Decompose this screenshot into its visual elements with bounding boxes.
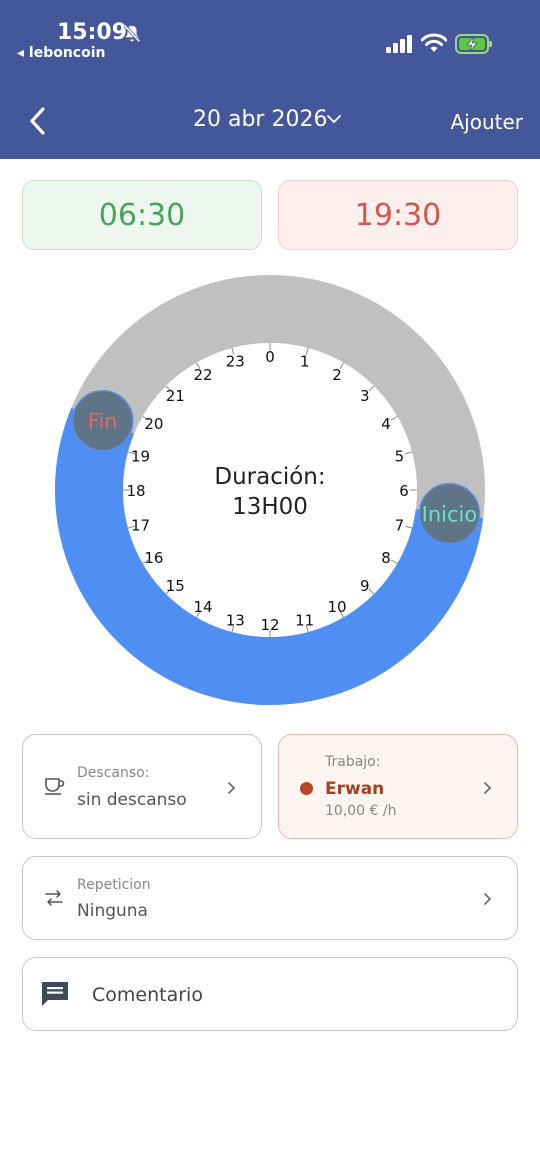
chevron-right-icon (484, 893, 492, 905)
signal-icon (386, 35, 412, 53)
chevron-right-icon (484, 782, 492, 794)
dial-hour-label: 1 (300, 353, 310, 371)
break-value: sin descanso (77, 790, 187, 810)
dial-hour-label: 2 (332, 366, 342, 384)
dial-hour-label: 3 (360, 387, 370, 405)
comment-label: Comentario (92, 984, 203, 1006)
hourly-rate: 10,00 € /h (325, 803, 397, 819)
dial-hour-label: 6 (399, 482, 409, 500)
duration-label: Duración: (214, 464, 325, 490)
dial-hour-label: 15 (166, 577, 185, 595)
dial-hour-label: 23 (226, 353, 245, 371)
end-handle[interactable]: Fin (72, 389, 134, 452)
start-handle[interactable]: Inicio (418, 482, 481, 545)
back-to-app-link[interactable]: ◂ leboncoin (17, 45, 105, 61)
end-time-field[interactable]: 19:30 (278, 180, 518, 250)
status-time: 15:09 (57, 20, 128, 45)
dial-hour-label: 20 (144, 415, 163, 433)
job-label: Trabajo: (325, 754, 381, 770)
dial-hour-label: 16 (144, 549, 163, 567)
worker-color-dot (300, 782, 313, 795)
chevron-right-icon (228, 782, 236, 794)
dial-hour-label: 19 (131, 447, 150, 465)
dial-hour-label: 9 (360, 577, 370, 595)
dial-hour-label: 22 (193, 366, 212, 384)
dial-hour-label: 8 (381, 549, 391, 567)
back-arrow-icon[interactable] (26, 106, 52, 136)
dial-hour-label: 13 (226, 611, 245, 629)
bell-slash-icon (123, 24, 141, 43)
break-card[interactable]: Descanso: sin descanso (22, 734, 262, 839)
dial-hour-label: 21 (166, 387, 185, 405)
worker-name: Erwan (325, 779, 385, 799)
add-button[interactable]: Ajouter (450, 110, 523, 134)
dial-hour-label: 0 (265, 348, 275, 366)
dial-hour-label: 4 (381, 415, 391, 433)
dial-hour-label: 17 (131, 517, 150, 535)
duration-value: 13H00 (232, 494, 308, 520)
comment-icon (42, 982, 68, 1006)
comment-card[interactable]: Comentario (22, 957, 518, 1031)
date-selector[interactable]: 20 abr 2026 (193, 107, 327, 132)
dial-hour-label: 12 (260, 616, 279, 634)
repetition-label: Repeticion (77, 877, 151, 893)
dial-hour-label: 10 (327, 598, 346, 616)
break-label: Descanso: (77, 765, 150, 781)
dial-hour-label: 14 (193, 598, 212, 616)
dial-hour-label: 5 (395, 447, 405, 465)
start-time-field[interactable]: 06:30 (22, 180, 262, 250)
header: 15:09 ◂ leboncoin 20 abr 2026 Ajouter (0, 0, 540, 159)
coffee-cup-icon (45, 778, 65, 795)
repetition-card[interactable]: Repeticion Ninguna (22, 856, 518, 940)
chevron-down-icon[interactable] (326, 113, 342, 125)
repeat-icon (45, 890, 63, 906)
start-handle-label: Inicio (422, 503, 478, 527)
wifi-icon (421, 33, 447, 52)
dial-hour-label: 18 (126, 482, 145, 500)
dial-hour-label: 11 (295, 611, 314, 629)
job-card[interactable]: Trabajo: Erwan 10,00 € /h (278, 734, 518, 839)
dial-hour-label: 7 (395, 517, 405, 535)
end-handle-label: Fin (88, 410, 118, 434)
battery-charging-icon (455, 34, 492, 54)
repetition-value: Ninguna (77, 901, 148, 921)
time-range-dial[interactable]: 0 1234567891011121314151617181920212223 D… (0, 260, 540, 720)
